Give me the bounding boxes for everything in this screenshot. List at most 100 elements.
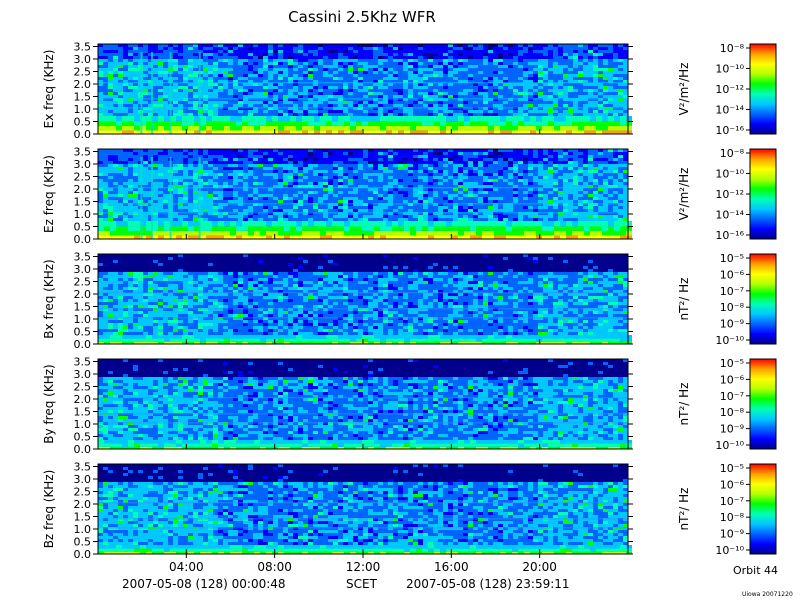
y-tick-label: 1.0 <box>74 418 92 431</box>
y-tick-label: 2.0 <box>74 288 92 301</box>
y-tick-label: 1.0 <box>74 208 92 221</box>
y-tick-label: 3.5 <box>74 146 92 159</box>
colorbar-tick-label: 10⁻⁷ <box>720 495 744 508</box>
y-tick-label: 2.0 <box>74 78 92 91</box>
y-tick-label: 2.0 <box>74 183 92 196</box>
colorbar-tick-label: 10⁻¹⁰ <box>715 168 744 181</box>
y-tick-label: 1.5 <box>74 196 92 209</box>
y-tick-label: 0.0 <box>74 443 92 456</box>
colorbar-tick-label: 10⁻¹² <box>715 83 744 96</box>
colorbar: 10⁻⁵ 10⁻⁶ 10⁻⁷ 10⁻⁸ 10⁻⁹ 10⁻¹⁰ nT²/ Hz <box>677 252 777 347</box>
panel-ex: 0.00.51.01.52.02.53.03.5 Ex freq (KHz) 10⁻… <box>42 41 777 141</box>
y-tick-label: 2.5 <box>74 276 92 289</box>
low-frequency-band <box>98 221 632 239</box>
y-tick-label: 0.5 <box>74 326 92 339</box>
low-frequency-band <box>98 116 632 134</box>
y-tick-label: 3.0 <box>74 368 92 381</box>
colorbar-tick-label: 10⁻⁸ <box>720 147 745 160</box>
footer-start-time: 2007-05-08 (128) 00:00:48 <box>122 577 286 591</box>
y-tick-label: 1.5 <box>74 91 92 104</box>
colorbar-tick-label: 10⁻⁶ <box>720 373 745 386</box>
y-tick-label: 3.0 <box>74 263 92 276</box>
colorbar-unit-label: nT²/ Hz <box>677 383 691 426</box>
colorbar-tick-label: 10⁻¹⁰ <box>715 544 744 557</box>
y-tick-label: 2.0 <box>74 498 92 511</box>
orbit-label: Orbit 44 <box>733 564 778 577</box>
x-tick-label: 08:00 <box>257 560 292 574</box>
colorbar-gradient <box>749 463 777 555</box>
y-tick-label: 1.5 <box>74 301 92 314</box>
colorbar-gradient <box>749 358 777 450</box>
y-tick-label: 0.0 <box>74 233 92 246</box>
colorbar-tick-label: 10⁻⁹ <box>720 318 744 331</box>
panel-ez: 0.00.51.01.52.02.53.03.5 Ez freq (KHz) 10⁻… <box>42 146 777 246</box>
credit-label: Uiowa 20071220 <box>742 591 793 598</box>
x-tick-label: 20:00 <box>522 560 557 574</box>
colorbar-tick-label: 10⁻¹⁴ <box>715 104 744 117</box>
spectrogram-cells <box>98 254 628 344</box>
colorbar-tick-label: 10⁻¹⁶ <box>715 229 744 242</box>
colorbar-tick-label: 10⁻¹² <box>715 188 744 201</box>
colorbar: 10⁻⁸ 10⁻¹⁰ 10⁻¹² 10⁻¹⁴ 10⁻¹⁶ V²/m²/Hz <box>677 147 777 242</box>
figure-title: Cassini 2.5Khz WFR <box>288 8 436 26</box>
y-axis-label: By freq (KHz) <box>42 364 56 443</box>
colorbar-unit-label: V²/m²/Hz <box>677 168 691 221</box>
colorbar-tick-label: 10⁻¹⁶ <box>715 124 744 137</box>
y-axis-label: Ex freq (KHz) <box>42 50 56 129</box>
footer-time-frame: SCET <box>346 577 378 591</box>
y-tick-label: 1.0 <box>74 313 92 326</box>
colorbar: 10⁻⁸ 10⁻¹⁰ 10⁻¹² 10⁻¹⁴ 10⁻¹⁶ V²/m²/Hz <box>677 42 777 137</box>
colorbar-tick-label: 10⁻⁶ <box>720 478 745 491</box>
colorbar-tick-label: 10⁻⁹ <box>720 528 744 541</box>
x-tick-label: 16:00 <box>434 560 469 574</box>
colorbar-tick-label: 10⁻¹⁴ <box>715 209 744 222</box>
colorbar-tick-label: 10⁻⁵ <box>720 252 744 265</box>
colorbar: 10⁻⁵ 10⁻⁶ 10⁻⁷ 10⁻⁸ 10⁻⁹ 10⁻¹⁰ nT²/ Hz <box>677 357 777 452</box>
colorbar: 10⁻⁵ 10⁻⁶ 10⁻⁷ 10⁻⁸ 10⁻⁹ 10⁻¹⁰ nT²/ Hz <box>677 462 777 557</box>
y-tick-label: 0.5 <box>74 221 92 234</box>
colorbar-tick-label: 10⁻⁹ <box>720 423 744 436</box>
spectrogram-cells <box>98 359 628 449</box>
colorbar-gradient <box>749 148 777 240</box>
y-tick-label: 3.0 <box>74 53 92 66</box>
colorbar-tick-label: 10⁻⁶ <box>720 268 745 281</box>
colorbar-tick-label: 10⁻⁸ <box>720 301 745 314</box>
y-tick-label: 3.5 <box>74 356 92 369</box>
low-frequency-band <box>98 335 632 344</box>
y-tick-label: 3.5 <box>74 41 92 54</box>
panels: 0.00.51.01.52.02.53.03.5Ex freq (KHz)10⁻… <box>42 41 777 561</box>
y-tick-label: 2.5 <box>74 171 92 184</box>
spectrogram-figure: Cassini 2.5Khz WFR 0.00.51.01.52.02.53.0… <box>42 8 793 598</box>
colorbar-tick-label: 10⁻¹⁰ <box>715 439 744 452</box>
y-tick-label: 2.5 <box>74 486 92 499</box>
colorbar-tick-label: 10⁻⁷ <box>720 285 744 298</box>
y-axis-label: Ez freq (KHz) <box>42 155 56 233</box>
colorbar-tick-label: 10⁻¹⁰ <box>715 334 744 347</box>
spectrogram-cells <box>98 464 628 554</box>
x-tick-label: 12:00 <box>346 560 381 574</box>
colorbar-gradient <box>749 43 777 135</box>
colorbar-gradient <box>749 253 777 345</box>
y-tick-label: 3.5 <box>74 251 92 264</box>
low-frequency-band <box>98 545 632 554</box>
colorbar-tick-label: 10⁻⁸ <box>720 511 745 524</box>
y-tick-label: 1.5 <box>74 406 92 419</box>
y-tick-label: 0.5 <box>74 431 92 444</box>
y-tick-label: 2.5 <box>74 66 92 79</box>
colorbar-tick-label: 10⁻⁵ <box>720 357 744 370</box>
low-frequency-band <box>98 440 632 449</box>
y-axis-label: Bx freq (KHz) <box>42 259 56 338</box>
y-tick-label: 2.0 <box>74 393 92 406</box>
panel-bx: 0.00.51.01.52.02.53.03.5 Bx freq (KHz) 10⁻… <box>42 251 777 351</box>
y-tick-label: 0.5 <box>74 116 92 129</box>
y-tick-label: 0.5 <box>74 536 92 549</box>
colorbar-tick-label: 10⁻⁷ <box>720 390 744 403</box>
footer-end-time: 2007-05-08 (128) 23:59:11 <box>406 577 570 591</box>
y-tick-label: 0.0 <box>74 548 92 561</box>
y-tick-label: 0.0 <box>74 338 92 351</box>
y-tick-label: 0.0 <box>74 128 92 141</box>
y-axis-label: Bz freq (KHz) <box>42 470 56 549</box>
y-tick-label: 1.5 <box>74 511 92 524</box>
y-tick-label: 1.0 <box>74 103 92 116</box>
y-tick-label: 3.0 <box>74 473 92 486</box>
